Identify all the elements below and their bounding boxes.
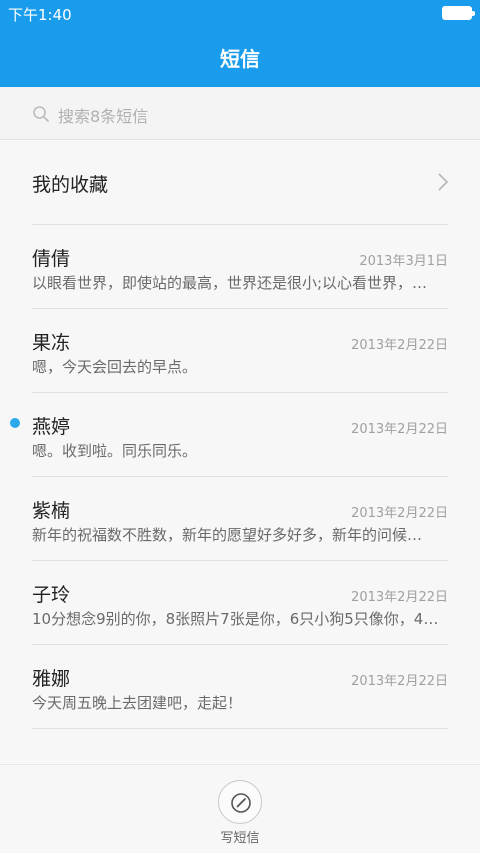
divider — [32, 728, 448, 729]
message-date: 2013年2月22日 — [351, 674, 448, 689]
contact-name: 紫楠 — [32, 500, 71, 522]
battery-icon — [442, 6, 475, 20]
conversation-item[interactable]: 紫楠 2013年2月22日 新年的祝福数不胜数，新年的愿望好多好多，新年的问候… — [0, 476, 480, 560]
status-bar: 下午1:40 — [0, 0, 480, 26]
contact-name: 倩倩 — [32, 248, 71, 270]
conversation-item[interactable]: 燕婷 2013年2月22日 嗯。收到啦。同乐同乐。 — [0, 392, 480, 476]
bottom-bar: 写短信 — [0, 764, 480, 853]
message-date: 2013年2月22日 — [351, 338, 448, 353]
contact-name: 果冻 — [32, 332, 71, 354]
search-bar[interactable]: 搜索8条短信 — [0, 87, 480, 140]
message-preview: 10分想念9别的你，8张照片7张是你，6只小狗5只像你，4… — [32, 610, 439, 628]
unread-dot-icon — [10, 418, 20, 428]
conversation-item[interactable]: 倩倩 2013年3月1日 以眼看世界，即使站的最高，世界还是很小;以心看世界，… — [0, 224, 480, 308]
contact-name: 子玲 — [32, 584, 71, 606]
message-preview: 新年的祝福数不胜数，新年的愿望好多好多，新年的问候… — [32, 526, 423, 544]
message-preview: 今天周五晚上去团建吧，走起！ — [32, 694, 243, 712]
status-time: 下午1:40 — [8, 6, 72, 24]
message-preview: 嗯，今天会回去的早点。 — [32, 358, 198, 376]
title-bar: 短信 — [0, 26, 480, 87]
favorites-row[interactable]: 我的收藏 — [0, 140, 480, 224]
contact-name: 燕婷 — [32, 416, 71, 438]
page-title: 短信 — [220, 47, 260, 71]
chevron-right-icon — [438, 173, 449, 191]
compose-icon — [231, 793, 251, 813]
conversation-item[interactable]: 果冻 2013年2月22日 嗯，今天会回去的早点。 — [0, 308, 480, 392]
search-input[interactable]: 搜索8条短信 — [58, 103, 148, 127]
favorites-label: 我的收藏 — [32, 174, 109, 196]
message-date: 2013年2月22日 — [351, 506, 448, 521]
message-date: 2013年2月22日 — [351, 590, 448, 605]
conversation-item[interactable]: 雅娜 2013年2月22日 今天周五晚上去团建吧，走起！ — [0, 644, 480, 728]
message-preview: 嗯。收到啦。同乐同乐。 — [32, 442, 198, 460]
compose-button[interactable] — [218, 780, 262, 824]
message-preview: 以眼看世界，即使站的最高，世界还是很小;以心看世界，… — [32, 274, 428, 292]
message-date: 2013年3月1日 — [359, 254, 448, 269]
contact-name: 雅娜 — [32, 668, 71, 690]
message-date: 2013年2月22日 — [351, 422, 448, 437]
conversation-item[interactable]: 子玲 2013年2月22日 10分想念9别的你，8张照片7张是你，6只小狗5只像… — [0, 560, 480, 644]
compose-label: 写短信 — [220, 831, 260, 846]
search-icon — [33, 106, 49, 122]
